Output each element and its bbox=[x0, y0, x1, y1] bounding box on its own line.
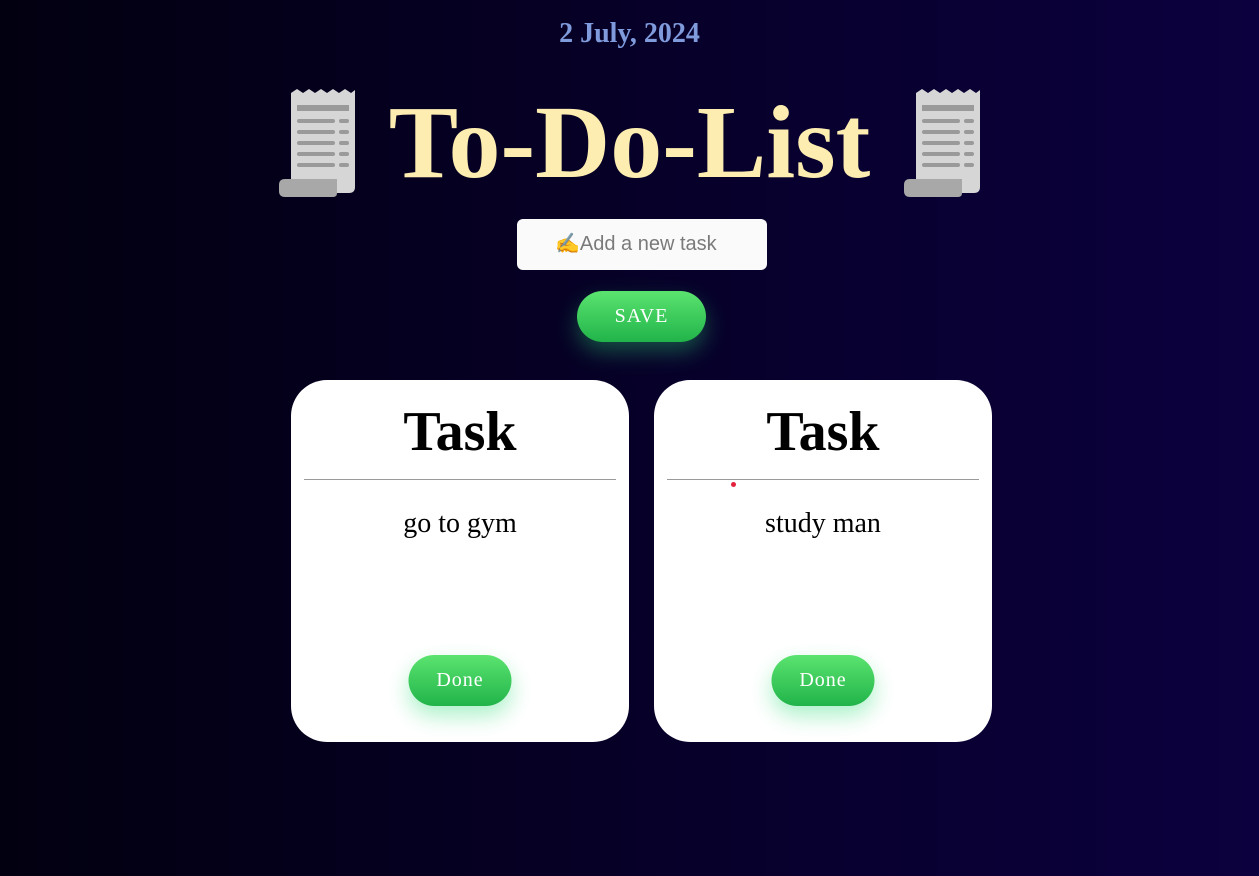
save-button[interactable]: SAVE bbox=[577, 291, 706, 342]
task-text: study man bbox=[765, 508, 881, 539]
title-row: To-Do-List bbox=[0, 88, 1259, 198]
task-card-divider bbox=[304, 479, 616, 480]
page-title: To-Do-List bbox=[388, 85, 871, 200]
task-list: Task go to gym Done Task study man Done bbox=[291, 380, 992, 742]
done-button[interactable]: Done bbox=[408, 655, 512, 706]
done-button[interactable]: Done bbox=[771, 655, 875, 706]
receipt-icon bbox=[904, 89, 981, 197]
task-card: Task study man Done bbox=[654, 380, 992, 742]
task-card-divider bbox=[667, 479, 979, 480]
task-card-heading: Task bbox=[403, 401, 517, 463]
task-card-heading: Task bbox=[766, 401, 880, 463]
new-task-input[interactable] bbox=[517, 219, 767, 270]
task-card: Task go to gym Done bbox=[291, 380, 629, 742]
receipt-icon bbox=[278, 89, 355, 197]
task-text: go to gym bbox=[403, 508, 517, 539]
date-label: 2 July, 2024 bbox=[559, 18, 700, 49]
cursor-dot bbox=[731, 482, 736, 487]
